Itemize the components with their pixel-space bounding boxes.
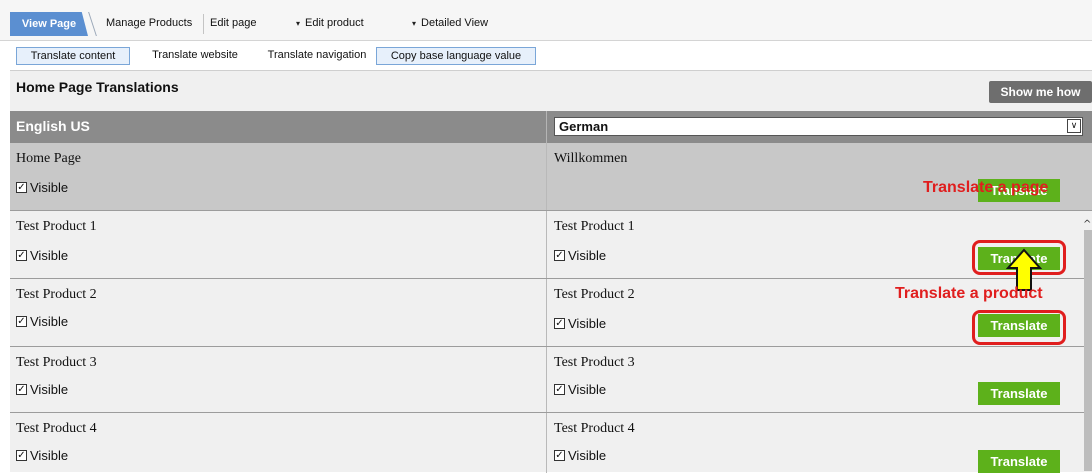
visible-label: Visible <box>568 382 607 397</box>
tab-view-page[interactable]: View Page <box>10 12 88 36</box>
target-name: Willkommen <box>554 151 628 166</box>
target-language-value: German <box>559 119 609 134</box>
target-language-select[interactable]: German ∨ <box>554 117 1083 136</box>
source-visible-checkbox[interactable]: ✓ Visible <box>16 248 68 263</box>
sub-navigation: Translate content Translate website Tran… <box>0 44 1092 66</box>
checkbox-checked-icon: ✓ <box>554 450 565 461</box>
highlight-ring-product <box>972 310 1066 345</box>
source-visible-checkbox[interactable]: ✓ Visible <box>16 314 68 329</box>
detailed-view-label: Detailed View <box>421 17 489 29</box>
target-visible-checkbox[interactable]: ✓ Visible <box>554 248 606 263</box>
target-name: Test Product 1 <box>554 219 635 234</box>
target-name: Test Product 4 <box>554 421 635 436</box>
source-name: Test Product 1 <box>16 219 97 234</box>
column-divider <box>546 279 547 346</box>
translate-navigation-tab[interactable]: Translate navigation <box>262 47 372 63</box>
translate-product-button[interactable]: Translate <box>978 382 1060 405</box>
visible-label: Visible <box>30 180 69 195</box>
checkbox-checked-icon: ✓ <box>554 318 565 329</box>
table-row: Test Product 4 ✓ Visible Test Product 4 ✓… <box>10 413 1092 473</box>
translate-content-tab[interactable]: Translate content <box>16 47 130 65</box>
edit-product-label: Edit product <box>305 17 364 29</box>
source-visible-checkbox[interactable]: ✓ Visible <box>16 448 68 463</box>
table-header: English US German ∨ <box>10 111 1092 143</box>
page-title: Home Page Translations <box>16 79 179 95</box>
column-divider <box>546 211 547 278</box>
source-language-header: English US <box>16 118 90 134</box>
source-name: Test Product 2 <box>16 287 97 302</box>
chevron-down-icon: ∨ <box>1067 119 1081 133</box>
visible-label: Visible <box>30 248 69 263</box>
visible-label: Visible <box>30 448 69 463</box>
show-me-how-button[interactable]: Show me how <box>989 81 1092 103</box>
annotation-translate-page: Translate a page <box>923 179 1049 196</box>
source-name: Home Page <box>16 151 81 166</box>
checkbox-checked-icon: ✓ <box>16 450 27 461</box>
translate-website-tab[interactable]: Translate website <box>140 47 250 63</box>
top-navigation: View Page Manage Products Edit page ▾ Edi… <box>0 0 1092 41</box>
target-name: Test Product 2 <box>554 287 635 302</box>
chevron-down-icon: ▾ <box>412 19 417 28</box>
target-visible-checkbox[interactable]: ✓ Visible <box>554 448 606 463</box>
visible-label: Visible <box>568 448 607 463</box>
source-visible-checkbox[interactable]: ✓ Visible <box>16 180 68 195</box>
target-visible-checkbox[interactable]: ✓ Visible <box>554 382 606 397</box>
edit-page-menu[interactable]: Edit page <box>210 17 256 29</box>
copy-base-language-button[interactable]: Copy base language value <box>376 47 536 65</box>
table-row: Test Product 1 ✓ Visible Test Product 1 ✓… <box>10 211 1092 279</box>
visible-label: Visible <box>30 382 69 397</box>
translations-panel: Home Page Translations Show me how Engli… <box>10 70 1092 473</box>
translate-product-button[interactable]: Translate <box>978 450 1060 473</box>
edit-product-menu[interactable]: ▾ Edit product <box>296 17 364 29</box>
manage-products-label: Manage Products <box>106 17 193 29</box>
source-name: Test Product 4 <box>16 421 97 436</box>
checkbox-checked-icon: ✓ <box>16 250 27 261</box>
table-row: Home Page ✓ Visible Willkommen Translate <box>10 143 1092 211</box>
manage-products-menu[interactable]: Manage Products <box>106 17 192 29</box>
edit-page-label: Edit page <box>210 17 257 29</box>
scroll-up-icon[interactable]: ^ <box>1083 219 1091 230</box>
source-name: Test Product 3 <box>16 355 97 370</box>
chevron-down-icon: ▾ <box>296 19 301 28</box>
column-divider <box>546 111 547 143</box>
visible-label: Visible <box>568 248 607 263</box>
source-visible-checkbox[interactable]: ✓ Visible <box>16 382 68 397</box>
checkbox-checked-icon: ✓ <box>16 384 27 395</box>
checkbox-checked-icon: ✓ <box>554 250 565 261</box>
column-divider <box>546 413 547 473</box>
visible-label: Visible <box>30 314 69 329</box>
target-visible-checkbox[interactable]: ✓ Visible <box>554 316 606 331</box>
table-row: Test Product 3 ✓ Visible Test Product 3 ✓… <box>10 347 1092 413</box>
column-divider <box>546 347 547 412</box>
detailed-view-menu[interactable]: ▾ Detailed View <box>412 17 488 29</box>
target-name: Test Product 3 <box>554 355 635 370</box>
column-divider <box>546 143 547 210</box>
vertical-scrollbar[interactable] <box>1084 230 1092 471</box>
visible-label: Visible <box>568 316 607 331</box>
menu-separator <box>203 14 204 34</box>
checkbox-checked-icon: ✓ <box>16 182 27 193</box>
checkbox-checked-icon: ✓ <box>554 384 565 395</box>
checkbox-checked-icon: ✓ <box>16 316 27 327</box>
annotation-translate-product: Translate a product <box>895 285 1043 302</box>
